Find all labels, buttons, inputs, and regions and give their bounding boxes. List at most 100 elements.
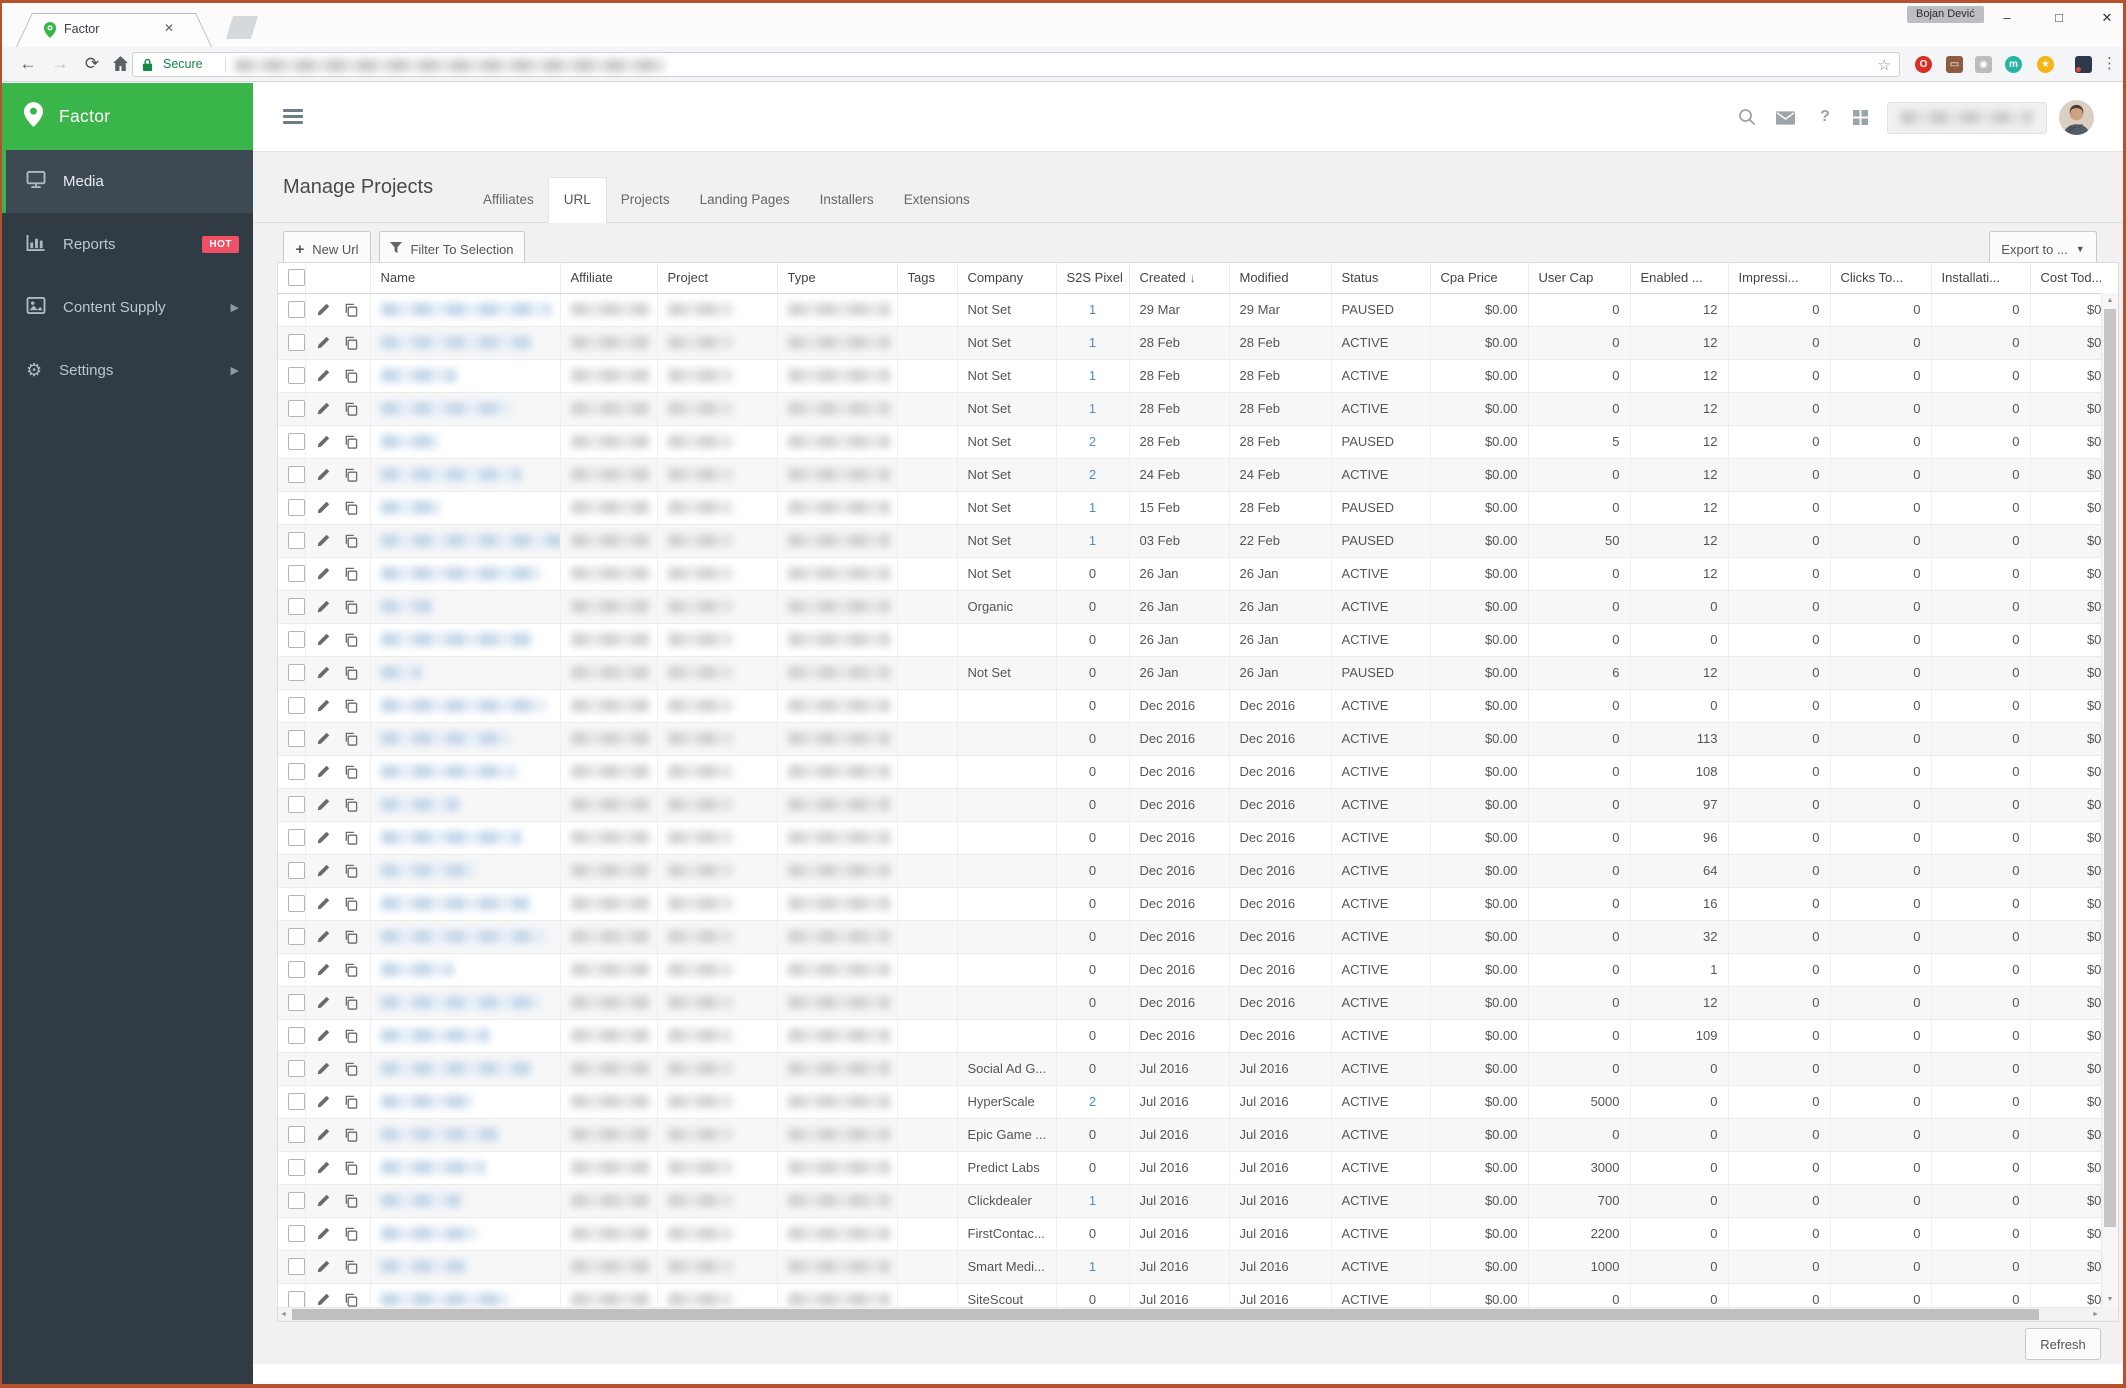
browser-tab[interactable]: Factor ✕ [16, 13, 212, 47]
s2s-pixel-link[interactable]: 2 [1089, 1094, 1096, 1109]
help-icon[interactable]: ? [1815, 108, 1835, 128]
user-name-box[interactable] [1887, 102, 2047, 134]
column-header-enabled[interactable]: Enabled ... [1630, 263, 1729, 294]
s2s-pixel-link[interactable]: 1 [1089, 335, 1096, 350]
edit-icon[interactable] [317, 402, 330, 415]
edit-icon[interactable] [317, 369, 330, 382]
edit-icon[interactable] [317, 831, 330, 844]
row-checkbox[interactable] [288, 994, 304, 1011]
copy-icon[interactable] [344, 699, 358, 713]
s2s-pixel-link[interactable]: 1 [1089, 533, 1096, 548]
copy-icon[interactable] [344, 336, 358, 350]
row-checkbox[interactable] [288, 532, 304, 549]
select-all-checkbox[interactable] [288, 269, 304, 287]
row-checkbox[interactable] [288, 367, 304, 384]
row-checkbox[interactable] [288, 499, 304, 516]
copy-icon[interactable] [344, 435, 358, 449]
brand-header[interactable]: Factor [2, 83, 253, 150]
edit-icon[interactable] [317, 534, 330, 547]
copy-icon[interactable] [344, 1161, 358, 1175]
edit-icon[interactable] [317, 567, 330, 580]
copy-icon[interactable] [344, 963, 358, 977]
row-checkbox[interactable] [288, 961, 304, 978]
column-header-affiliate[interactable]: Affiliate [560, 263, 658, 294]
copy-icon[interactable] [344, 897, 358, 911]
column-header-modified[interactable]: Modified [1229, 263, 1332, 294]
tab-close-icon[interactable]: ✕ [164, 21, 174, 35]
new-tab-button[interactable] [226, 16, 258, 39]
edit-icon[interactable] [317, 963, 330, 976]
edit-icon[interactable] [317, 1260, 330, 1273]
sidebar-item-content-supply[interactable]: Content Supply ▶ [2, 276, 253, 339]
edit-icon[interactable] [317, 1062, 330, 1075]
copy-icon[interactable] [344, 633, 358, 647]
edit-icon[interactable] [317, 435, 330, 448]
camera-extension-icon[interactable]: ◉ [1975, 56, 1992, 73]
column-header-company[interactable]: Company [957, 263, 1057, 294]
edit-icon[interactable] [317, 930, 330, 943]
copy-icon[interactable] [344, 831, 358, 845]
row-checkbox[interactable] [288, 829, 304, 846]
s2s-pixel-link[interactable]: 1 [1089, 1193, 1096, 1208]
copy-icon[interactable] [344, 402, 358, 416]
scroll-down-icon[interactable]: ▼ [2102, 1293, 2118, 1306]
copy-icon[interactable] [344, 534, 358, 548]
edit-icon[interactable] [317, 1095, 330, 1108]
sidebar-item-media[interactable]: Media [2, 150, 253, 213]
row-checkbox[interactable] [288, 1225, 304, 1242]
row-checkbox[interactable] [288, 1126, 304, 1143]
search-icon[interactable] [1737, 108, 1757, 128]
column-header-status[interactable]: Status [1331, 263, 1431, 294]
row-checkbox[interactable] [288, 1027, 304, 1044]
forward-icon[interactable]: → [46, 47, 74, 81]
tv-extension-icon[interactable]: ▭ [1946, 56, 1963, 73]
s2s-pixel-link[interactable]: 1 [1089, 368, 1096, 383]
copy-icon[interactable] [344, 303, 358, 317]
scroll-right-icon[interactable]: ► [2092, 1308, 2099, 1321]
edit-icon[interactable] [317, 765, 330, 778]
vertical-scrollbar[interactable]: ▲ ▼ [2101, 293, 2118, 1307]
row-checkbox[interactable] [288, 895, 304, 912]
edit-icon[interactable] [317, 336, 330, 349]
copy-icon[interactable] [344, 1029, 358, 1043]
address-bar[interactable]: Secure ☆ [132, 52, 1900, 77]
column-header-type[interactable]: Type [777, 263, 898, 294]
column-header-s2s[interactable]: S2S Pixel [1056, 263, 1130, 294]
back-icon[interactable]: ← [14, 47, 42, 81]
tab-projects[interactable]: Projects [606, 178, 685, 222]
tab-landing-pages[interactable]: Landing Pages [685, 178, 805, 222]
row-checkbox[interactable] [288, 400, 304, 417]
copy-icon[interactable] [344, 930, 358, 944]
tab-url[interactable]: URL [548, 178, 606, 222]
edit-icon[interactable] [317, 996, 330, 1009]
row-checkbox[interactable] [288, 862, 304, 879]
row-checkbox[interactable] [288, 796, 304, 813]
s2s-pixel-link[interactable]: 1 [1089, 1259, 1096, 1274]
copy-icon[interactable] [344, 1194, 358, 1208]
column-header-cost[interactable]: Cost Tod... [2030, 263, 2101, 294]
edit-icon[interactable] [317, 1161, 330, 1174]
column-header-impressions[interactable]: Impressi... [1728, 263, 1831, 294]
sidebar-item-reports[interactable]: Reports HOT [2, 213, 253, 276]
refresh-button[interactable]: Refresh [2025, 1328, 2101, 1360]
row-checkbox[interactable] [288, 664, 304, 681]
tab-extensions[interactable]: Extensions [889, 178, 985, 222]
window-minimize-button[interactable]: – [1990, 5, 2024, 31]
row-checkbox[interactable] [288, 565, 304, 582]
row-checkbox[interactable] [288, 1093, 304, 1110]
copy-icon[interactable] [344, 1293, 358, 1307]
avatar[interactable] [2059, 100, 2094, 135]
s2s-pixel-link[interactable]: 1 [1089, 302, 1096, 317]
copy-icon[interactable] [344, 666, 358, 680]
red-ring-extension-icon[interactable]: O [1915, 56, 1932, 73]
elephant-extension-icon[interactable] [2075, 56, 2092, 73]
copy-icon[interactable] [344, 996, 358, 1010]
home-icon[interactable] [106, 47, 134, 81]
row-checkbox[interactable] [288, 697, 304, 714]
scroll-up-icon[interactable]: ▲ [2102, 294, 2118, 307]
copy-icon[interactable] [344, 732, 358, 746]
copy-icon[interactable] [344, 864, 358, 878]
copy-icon[interactable] [344, 501, 358, 515]
tab-affiliates[interactable]: Affiliates [468, 178, 549, 222]
edit-icon[interactable] [317, 798, 330, 811]
